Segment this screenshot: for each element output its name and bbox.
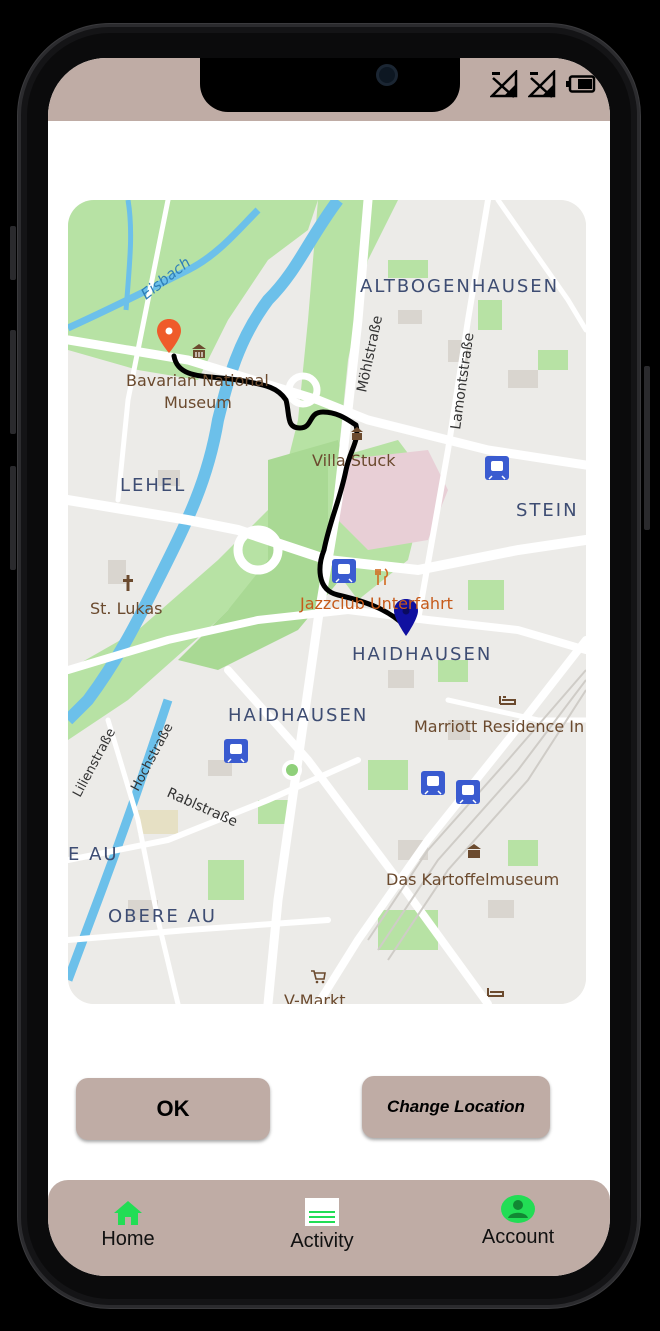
train-station-icon [456, 780, 480, 804]
camera-icon [376, 64, 398, 86]
map-label-st-lukas: St. Lukas [90, 599, 163, 618]
map-label-villa-stuck: Villa Stuck [312, 451, 396, 470]
map-label-haidhausen-west: HAIDHAUSEN [228, 705, 368, 726]
map-label-altbogenhausen: ALTBOGENHAUSEN [360, 276, 559, 297]
phone-side-button [10, 330, 16, 434]
battery-icon [566, 75, 596, 93]
phone-side-button [10, 226, 16, 280]
route-map[interactable]: Eisbach ALTBOGENHAUSEN Möhlstraße Lamont… [68, 200, 586, 1004]
map-label-jazzclub: Jazzclub Unterfahrt [299, 594, 453, 613]
home-icon [114, 1201, 142, 1225]
map-label-bavarian-museum-2: Museum [164, 393, 232, 412]
train-station-icon [332, 559, 356, 583]
status-icons [490, 68, 596, 100]
nav-item-home[interactable]: Home [78, 1180, 178, 1276]
bottom-navigation: Home Activity Account [48, 1180, 610, 1276]
map-label-lehel: LEHEL [120, 475, 186, 496]
map-label-obere-au: OBERE AU [108, 906, 217, 927]
phone-side-button [10, 466, 16, 570]
train-station-icon [224, 739, 248, 763]
map-label-kartoffelmuseum: Das Kartoffelmuseum [386, 870, 559, 889]
status-bar [48, 58, 610, 121]
map-label-v-markt: V-Markt [284, 991, 346, 1004]
map-label-e-au: E AU [68, 844, 119, 865]
map-label-bavarian-museum: Bavarian National [126, 371, 269, 390]
screen: Eisbach ALTBOGENHAUSEN Möhlstraße Lamont… [48, 58, 610, 1276]
map-label-stein: STEIN [516, 500, 579, 521]
nav-item-account[interactable]: Account [466, 1180, 570, 1276]
nav-item-activity[interactable]: Activity [272, 1180, 372, 1276]
nav-label-activity: Activity [290, 1230, 354, 1252]
phone-side-button [644, 366, 650, 530]
signal-2-icon [528, 70, 556, 98]
nav-label-account: Account [481, 1226, 555, 1248]
train-station-icon [421, 771, 445, 795]
list-icon [305, 1198, 339, 1226]
user-icon [501, 1195, 535, 1223]
map-label-marriott: Marriott Residence In [414, 717, 584, 736]
signal-1-icon [490, 70, 518, 98]
map-label-haidhausen-east: HAIDHAUSEN [352, 644, 492, 665]
change-location-button[interactable]: Change Location [362, 1076, 550, 1138]
nav-label-home: Home [101, 1228, 155, 1250]
train-station-icon [485, 456, 509, 480]
ok-button[interactable]: OK [76, 1078, 270, 1140]
notch [200, 58, 460, 112]
